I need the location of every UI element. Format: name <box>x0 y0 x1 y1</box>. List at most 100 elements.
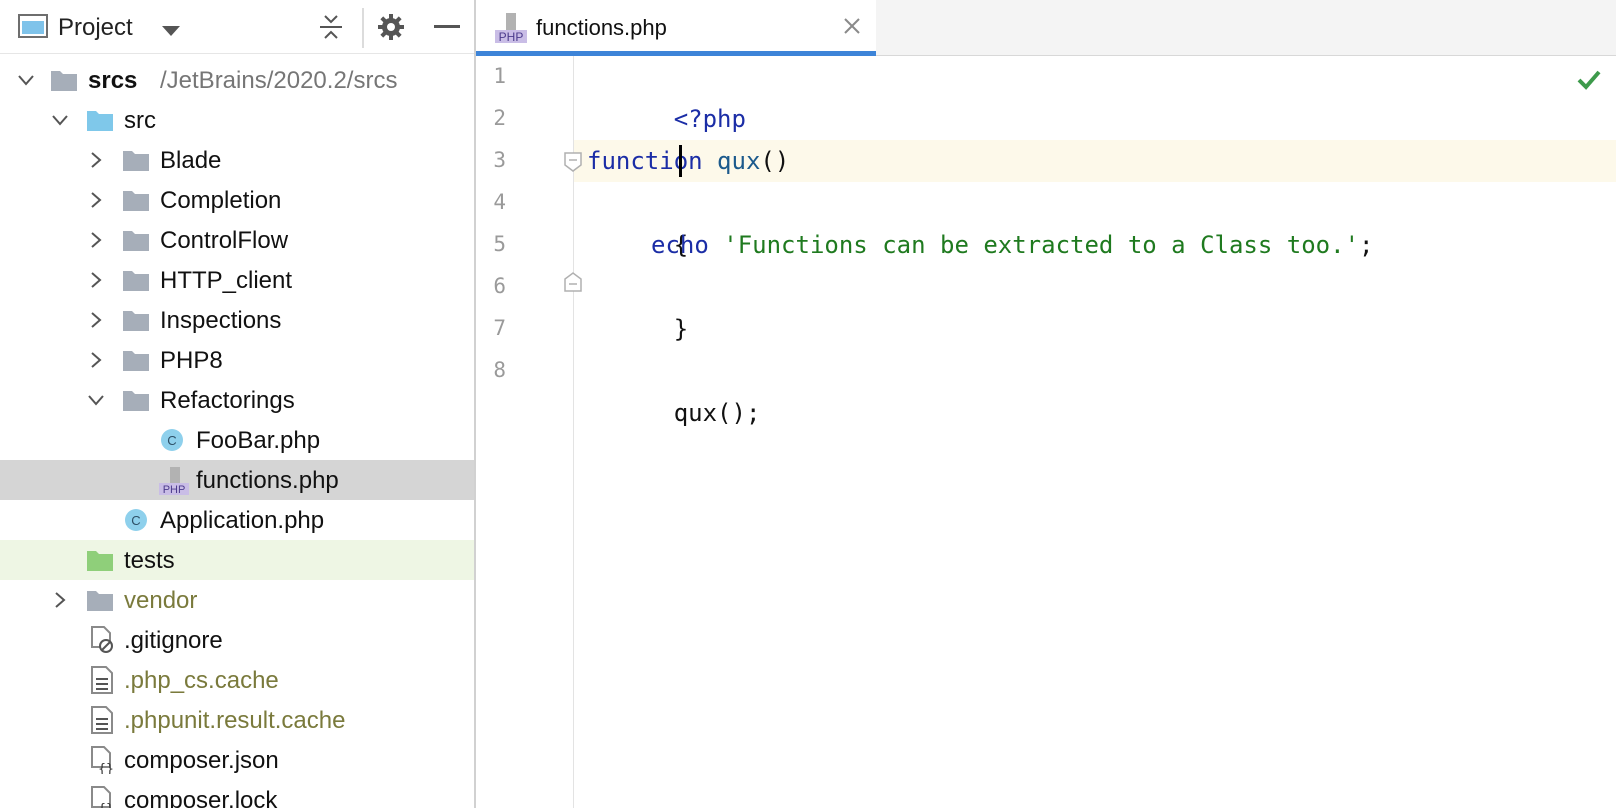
chevron-down-icon[interactable] <box>18 72 34 88</box>
code-line-4: { <box>587 182 688 259</box>
php-file-icon: PHP <box>159 467 189 496</box>
code-line-3: function qux() <box>587 140 789 182</box>
tree-node-label: FooBar.php <box>196 427 321 454</box>
tree-node-label: composer.lock <box>124 787 278 808</box>
keyword-function: function <box>587 147 703 175</box>
php-class-icon: C <box>161 429 183 451</box>
chevron-down-icon[interactable] <box>88 392 104 408</box>
function-name: qux <box>717 147 761 175</box>
svg-text:{}: {} <box>98 802 114 808</box>
folder-icon <box>123 391 149 411</box>
svg-text:C: C <box>167 433 176 448</box>
fold-marker-icon[interactable] <box>564 152 582 172</box>
gear-icon[interactable] <box>376 12 406 42</box>
tree-node-label: srcs <box>88 67 138 94</box>
collapse-all-icon[interactable] <box>316 12 346 42</box>
text-file-icon <box>91 706 113 734</box>
line-number: 5 <box>493 232 506 256</box>
tree-node-php-cs-cache[interactable]: .php_cs.cache <box>0 660 474 700</box>
chevron-right-icon[interactable] <box>88 232 104 248</box>
tree-node-controlflow[interactable]: ControlFlow <box>0 220 474 260</box>
tree-node-tests[interactable]: tests <box>0 540 474 580</box>
json-file-icon: {} <box>91 746 114 774</box>
fold-end-marker-icon[interactable] <box>564 272 582 292</box>
tree-node-functions-php[interactable]: PHP functions.php <box>0 460 474 500</box>
code-line-8: qux(); <box>587 350 761 427</box>
tree-node-composer-json[interactable]: {} composer.json <box>0 740 474 780</box>
code-line-1: <?php <box>587 56 746 133</box>
tree-node-label: .gitignore <box>124 627 223 654</box>
tree-node-blade[interactable]: Blade <box>0 140 474 180</box>
tree-node-label: Application.php <box>160 507 325 534</box>
tree-node-composer-lock[interactable]: {} composer.lock <box>0 780 474 808</box>
source-folder-icon <box>87 111 113 131</box>
checkmark-icon[interactable] <box>1576 66 1602 92</box>
project-tree: srcs /JetBrains/2020.2/srcs src Blade Co… <box>0 60 474 808</box>
tree-node-srcs[interactable]: srcs /JetBrains/2020.2/srcs <box>0 60 474 100</box>
tree-node-label: PHP8 <box>160 347 223 374</box>
line-number: 1 <box>493 64 506 88</box>
ignored-file-icon <box>91 626 113 653</box>
minimize-icon[interactable] <box>432 12 462 42</box>
tab-functions-php[interactable]: PHP functions.php <box>476 0 876 56</box>
function-call: qux(); <box>673 399 761 427</box>
tree-node-gitignore[interactable]: .gitignore <box>0 620 474 660</box>
tree-node-path: /JetBrains/2020.2/srcs <box>160 67 398 94</box>
folder-icon <box>123 351 149 371</box>
code-line-6: } <box>587 266 688 343</box>
line-number: 2 <box>493 106 506 130</box>
editor-tab-bar: PHP functions.php <box>476 0 1616 56</box>
line-number: 7 <box>493 316 506 340</box>
tree-node-label: Inspections <box>160 307 282 334</box>
tree-node-application-php[interactable]: C Application.php <box>0 500 474 540</box>
folder-icon <box>123 271 149 291</box>
php-class-icon: C <box>125 509 147 531</box>
tree-node-label: Blade <box>160 147 222 174</box>
text-file-icon <box>91 666 113 694</box>
semicolon: ; <box>1359 231 1374 259</box>
tree-node-phpunit-result-cache[interactable]: .phpunit.result.cache <box>0 700 474 740</box>
folder-icon <box>51 71 77 91</box>
tree-node-refactorings[interactable]: Refactorings <box>0 380 474 420</box>
tree-node-inspections[interactable]: Inspections <box>0 300 474 340</box>
chevron-right-icon[interactable] <box>88 152 104 168</box>
chevron-right-icon[interactable] <box>52 592 68 608</box>
folder-icon <box>123 231 149 251</box>
line-number: 6 <box>493 274 506 298</box>
tree-node-label: ControlFlow <box>160 227 289 254</box>
tree-node-label: vendor <box>124 587 198 614</box>
project-window-icon <box>18 14 48 38</box>
line-number: 3 <box>493 148 506 172</box>
tree-node-php8[interactable]: PHP8 <box>0 340 474 380</box>
php-file-icon: PHP <box>495 13 527 44</box>
chevron-right-icon[interactable] <box>88 272 104 288</box>
chevron-right-icon[interactable] <box>88 312 104 328</box>
editor-area: PHP functions.php 1 2 3 4 5 6 7 8 <?php <box>476 0 1616 808</box>
tree-node-completion[interactable]: Completion <box>0 180 474 220</box>
function-parens: () <box>760 147 790 175</box>
tree-node-label: HTTP_client <box>160 267 293 294</box>
project-title[interactable]: Project <box>58 14 133 42</box>
chevron-right-icon[interactable] <box>88 352 104 368</box>
chevron-right-icon[interactable] <box>88 192 104 208</box>
tab-label: functions.php <box>536 15 667 40</box>
php-file-icon-text: PHP <box>499 30 524 44</box>
tree-node-http-client[interactable]: HTTP_client <box>0 260 474 300</box>
line-number: 8 <box>493 358 506 382</box>
folder-icon <box>87 591 113 611</box>
project-tool-window: Project srcs /JetBrains/2020.2/srcs src … <box>0 0 476 808</box>
svg-text:{}: {} <box>98 762 114 774</box>
tree-node-label: composer.json <box>124 747 279 774</box>
chevron-down-icon[interactable] <box>52 112 68 128</box>
close-brace: } <box>673 315 689 343</box>
keyword-echo: echo <box>651 231 709 259</box>
header-divider <box>362 8 364 48</box>
folder-icon <box>123 311 149 331</box>
tree-node-label: functions.php <box>196 467 339 494</box>
close-icon[interactable] <box>842 16 862 36</box>
tree-node-src[interactable]: src <box>0 100 474 140</box>
tree-node-vendor[interactable]: vendor <box>0 580 474 620</box>
chevron-down-icon[interactable] <box>162 26 180 36</box>
tree-node-foobar-php[interactable]: C FooBar.php <box>0 420 474 460</box>
json-file-icon: {} <box>91 786 114 808</box>
